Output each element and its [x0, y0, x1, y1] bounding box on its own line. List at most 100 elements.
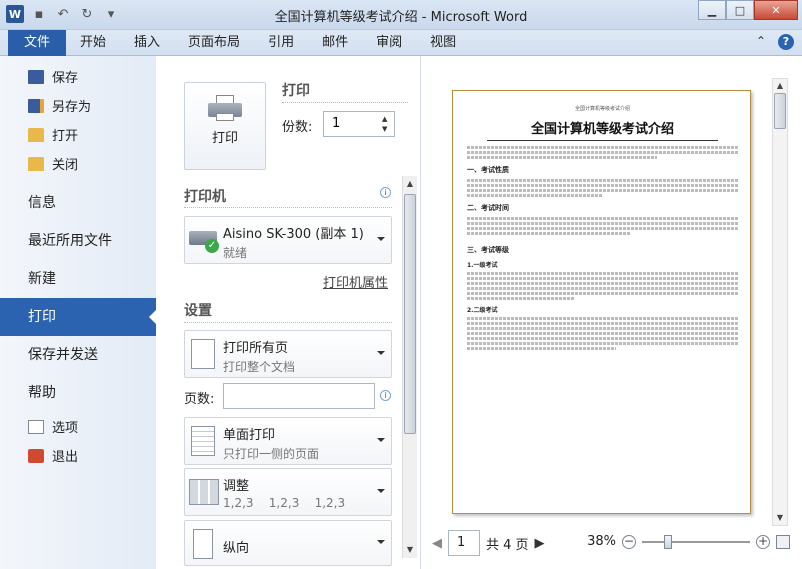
tab-insert[interactable]: 插入 [120, 30, 174, 56]
doc-title: 全国计算机等级考试介绍 [487, 118, 718, 141]
nav-save[interactable]: 保存 [0, 62, 156, 91]
preview-nav-bar: ◀ 1 共 4 页 ▶ 38% − + [422, 530, 802, 558]
body-lines [467, 217, 738, 235]
zoom-out-icon[interactable]: − [622, 534, 636, 549]
scroll-up-icon[interactable]: ▲ [775, 81, 785, 91]
zoom-slider[interactable] [642, 534, 750, 549]
pages-label: 页数: [184, 392, 215, 407]
copies-stepper-icon[interactable]: ▲ ▼ [382, 114, 387, 134]
subsection-heading: 2.二级考试 [467, 307, 498, 314]
print-range-sub: 打印整个文档 [223, 360, 296, 374]
copies-label: 份数: [282, 120, 313, 135]
print-preview: 全国计算机等级考试介绍 全国计算机等级考试介绍 一、考试性质 二、考试时间 三、… [422, 56, 802, 569]
window-controls: ▁ □ ✕ [698, 0, 798, 20]
scroll-down-icon[interactable]: ▼ [405, 545, 415, 555]
maximize-button[interactable]: □ [726, 0, 754, 20]
page-number-input[interactable]: 1 [448, 530, 480, 556]
printer-info-icon[interactable]: i [380, 187, 391, 198]
print-range-select[interactable]: 打印所有页 打印整个文档 [184, 330, 392, 378]
nav-open[interactable]: 打开 [0, 120, 156, 149]
chevron-down-icon [377, 540, 385, 548]
tab-references[interactable]: 引用 [254, 30, 308, 56]
scrollbar-thumb[interactable] [774, 93, 786, 129]
one-sided-icon [191, 426, 215, 456]
chevron-down-icon [377, 351, 385, 359]
tab-review[interactable]: 审阅 [362, 30, 416, 56]
printer-icon [208, 95, 242, 121]
nav-print[interactable]: 打印 [0, 298, 157, 336]
printer-properties-link[interactable]: 打印机属性 [323, 272, 388, 291]
scroll-down-icon[interactable]: ▼ [775, 513, 785, 523]
print-header-divider [282, 102, 408, 103]
nav-close[interactable]: 关闭 [0, 149, 156, 178]
nav-new[interactable]: 新建 [0, 260, 156, 298]
settings-header-divider [184, 322, 392, 323]
sides-select[interactable]: 单面打印 只打印一侧的页面 [184, 417, 392, 465]
print-header: 打印 [282, 83, 310, 99]
orientation-select[interactable]: 纵向 [184, 520, 392, 566]
nav-help[interactable]: 帮助 [0, 374, 156, 412]
collate-sub: 1,2,3 1,2,3 1,2,3 [223, 496, 346, 510]
tab-view[interactable]: 视图 [416, 30, 470, 56]
nav-exit[interactable]: 退出 [0, 441, 156, 470]
scrollbar-thumb[interactable] [404, 194, 416, 434]
collapse-ribbon-icon[interactable]: ⌃ [756, 34, 766, 50]
settings-header: 设置 [184, 303, 212, 319]
chevron-down-icon [377, 438, 385, 446]
sides-sub: 只打印一侧的页面 [223, 447, 320, 461]
chevron-down-icon [377, 237, 385, 245]
collate-select[interactable]: 调整 1,2,3 1,2,3 1,2,3 [184, 468, 392, 516]
pages-input[interactable] [223, 383, 375, 409]
title-bar: W ▪ ↶ ↻ ▾ 全国计算机等级考试介绍 - Microsoft Word ▁… [0, 0, 802, 30]
window-title: 全国计算机等级考试介绍 - Microsoft Word [274, 10, 528, 25]
zoom-in-icon[interactable]: + [756, 534, 770, 549]
chevron-down-icon [377, 489, 385, 497]
settings-scrollbar[interactable]: ▲ ▼ [402, 176, 417, 558]
nav-save-send[interactable]: 保存并发送 [0, 336, 156, 374]
body-lines [467, 146, 738, 159]
subsection-heading: 1.一级考试 [467, 262, 498, 269]
sides-main: 单面打印 [223, 428, 276, 443]
body-lines [467, 179, 738, 197]
print-settings-panel: 打印 打印 份数: 1 ▲ ▼ 打印机 i ✓ Aisino SK-300 (副本… [156, 56, 421, 569]
tab-mailings[interactable]: 邮件 [308, 30, 362, 56]
nav-save-as[interactable]: 另存为 [0, 91, 156, 120]
printer-status: 就绪 [223, 246, 248, 260]
prev-page-icon[interactable]: ◀ [432, 536, 442, 551]
open-folder-icon [28, 127, 44, 142]
orientation-main: 纵向 [223, 541, 250, 556]
minimize-button[interactable]: ▁ [698, 0, 726, 20]
close-button[interactable]: ✕ [754, 0, 798, 20]
nav-options[interactable]: 选项 [0, 412, 156, 441]
pages-info-icon[interactable]: i [380, 390, 391, 401]
printer-name: Aisino SK-300 (副本 1) [223, 227, 364, 242]
tab-page-layout[interactable]: 页面布局 [174, 30, 254, 56]
preview-page: 全国计算机等级考试介绍 全国计算机等级考试介绍 一、考试性质 二、考试时间 三、… [452, 90, 751, 514]
backstage-nav: 保存 另存为 打开 关闭 信息 最近所用文件 新建 打印 保存并发送 帮助 选项… [0, 56, 157, 569]
fit-page-icon[interactable] [776, 534, 790, 549]
page-header: 全国计算机等级考试介绍 [574, 106, 630, 112]
collate-icon [189, 479, 219, 505]
nav-recent[interactable]: 最近所用文件 [0, 222, 156, 260]
printer-header: 打印机 [184, 189, 226, 205]
body-lines [467, 317, 738, 350]
printer-select[interactable]: ✓ Aisino SK-300 (副本 1) 就绪 [184, 216, 392, 264]
preview-scrollbar[interactable]: ▲ ▼ [772, 78, 788, 526]
zoom-level[interactable]: 38% [587, 534, 616, 549]
printer-header-divider [184, 207, 392, 208]
collate-main: 调整 [223, 479, 250, 494]
pages-icon [191, 339, 215, 369]
save-icon [28, 69, 44, 84]
tab-home[interactable]: 开始 [66, 30, 120, 56]
nav-info[interactable]: 信息 [0, 184, 156, 222]
print-button[interactable]: 打印 [184, 82, 266, 170]
print-range-main: 打印所有页 [223, 341, 289, 356]
next-page-icon[interactable]: ▶ [535, 536, 545, 551]
help-icon[interactable]: ? [778, 34, 794, 50]
section-heading: 二、考试时间 [467, 204, 509, 212]
section-heading: 一、考试性质 [467, 166, 509, 174]
zoom-slider-thumb[interactable] [664, 534, 672, 549]
body-lines [467, 272, 738, 300]
tab-file[interactable]: 文件 [8, 30, 67, 56]
scroll-up-icon[interactable]: ▲ [405, 179, 415, 189]
